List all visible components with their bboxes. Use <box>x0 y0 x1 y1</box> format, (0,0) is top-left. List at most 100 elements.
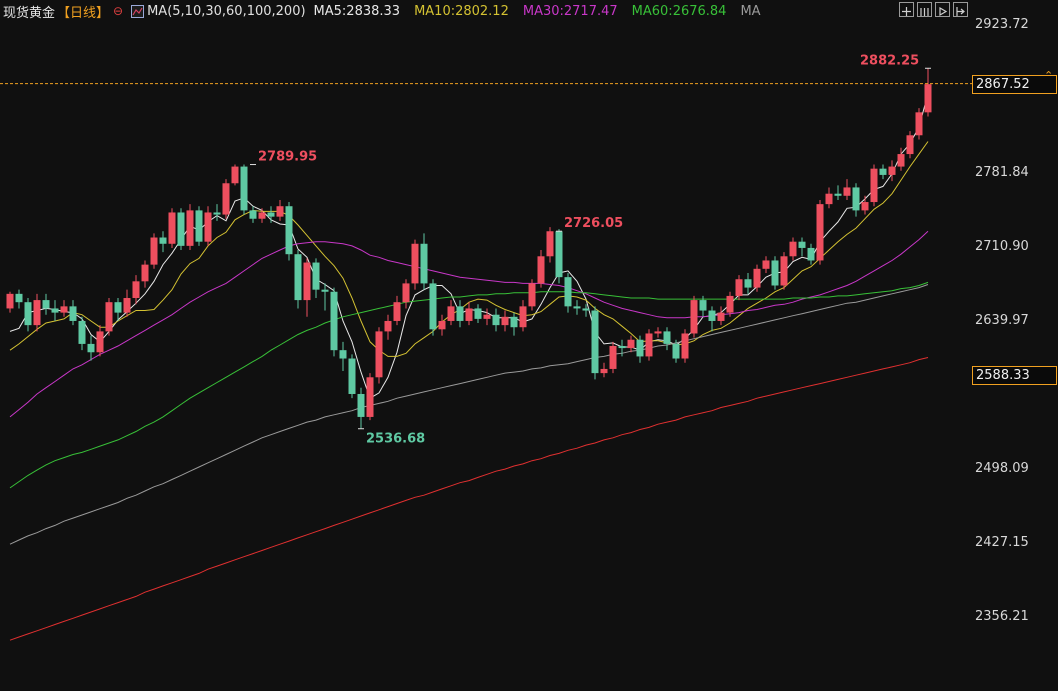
candlestick-chart[interactable]: 2789.95 2726.05 2536.68 2882.25 <box>0 0 1058 691</box>
indicator-chart-icon[interactable] <box>131 4 145 18</box>
candle-body <box>762 260 770 269</box>
candle-body <box>600 368 608 374</box>
candle-body <box>501 316 509 326</box>
candle-body <box>519 306 527 328</box>
candle-body <box>60 306 68 313</box>
candle-body <box>393 302 401 321</box>
candle-body <box>447 306 455 321</box>
candle-body <box>564 277 572 307</box>
exit-icon[interactable] <box>953 2 968 17</box>
candle-body <box>537 256 545 284</box>
candle-body <box>654 331 662 334</box>
collapse-toggle-icon[interactable]: ⊖ <box>113 4 123 18</box>
candle-body <box>402 283 410 303</box>
candle-body <box>816 204 824 261</box>
candle-body <box>753 268 761 288</box>
play-icon[interactable] <box>935 2 950 17</box>
candle-body <box>204 212 212 242</box>
candle-body <box>618 345 626 349</box>
ma10-value: MA10:2802.12 <box>414 3 509 19</box>
candle-body <box>132 281 140 299</box>
candle-body <box>123 298 131 313</box>
candle-body <box>213 212 221 215</box>
candle-body <box>573 306 581 309</box>
candle-body <box>159 237 167 244</box>
candle-body <box>780 256 788 286</box>
candle-body <box>294 254 302 301</box>
candle-body <box>438 320 446 330</box>
candle-body <box>699 300 707 311</box>
candle-body <box>222 183 230 215</box>
reference-price-label: 2588.33 <box>972 365 1057 385</box>
candle-body <box>240 166 248 211</box>
candle-body <box>474 308 482 319</box>
period-label[interactable]: 【日线】 <box>57 2 109 21</box>
candle-body <box>672 343 680 359</box>
candle-body <box>15 293 23 303</box>
candle-body <box>195 210 203 242</box>
candle-body <box>546 231 554 257</box>
chart-toolbar <box>899 2 968 17</box>
candle-body <box>321 289 329 292</box>
ma-more-label: MA <box>740 3 761 19</box>
candle-body <box>735 279 743 296</box>
candle-body <box>510 316 518 328</box>
candle-body <box>744 279 752 288</box>
candle-body <box>663 331 671 344</box>
candle-body <box>924 84 932 113</box>
candle-body <box>627 339 635 349</box>
ma-params-label[interactable]: MA(5,10,30,60,100,200) <box>147 4 305 19</box>
candle-body <box>771 260 779 286</box>
candle-body <box>456 306 464 321</box>
candle-body <box>897 154 905 167</box>
candle-body <box>645 333 653 357</box>
ma60-value: MA60:2676.84 <box>631 3 727 19</box>
price-tick-label: 2639.97 <box>975 312 1029 328</box>
candle-body <box>636 339 644 357</box>
candle-body <box>834 193 842 196</box>
candle-body <box>708 310 716 321</box>
candle-body <box>690 300 698 334</box>
candle-body <box>348 358 356 394</box>
candle-body <box>96 331 104 353</box>
candle-body <box>492 314 500 326</box>
candle-layout-icon[interactable] <box>917 2 932 17</box>
crosshair-icon[interactable] <box>899 2 914 17</box>
candle-body <box>888 166 896 175</box>
candle-body <box>69 306 77 321</box>
ma30-value: MA30:2717.47 <box>522 3 618 19</box>
candle-body <box>339 350 347 359</box>
candle-body <box>384 320 392 332</box>
ma5-value: MA5:2838.33 <box>313 3 401 19</box>
candle-body <box>870 168 878 203</box>
candle-body <box>852 187 860 211</box>
candle-body <box>6 293 14 309</box>
candle-body <box>726 295 734 313</box>
candle-body <box>330 291 338 351</box>
candle-body <box>276 206 284 217</box>
candle-body <box>375 331 383 378</box>
candle-body <box>168 212 176 244</box>
candle-body <box>465 308 473 321</box>
candle-body <box>303 262 311 301</box>
candle-body <box>789 241 797 257</box>
candle-body <box>609 345 617 369</box>
candle-body <box>141 264 149 282</box>
candle-body <box>78 320 86 344</box>
candle-body <box>285 206 293 255</box>
instrument-title[interactable]: 现货黄金 <box>3 2 55 21</box>
ma200-line <box>9 357 929 641</box>
candle-body <box>807 247 815 261</box>
candle-body <box>420 243 428 284</box>
candle-body <box>483 314 491 319</box>
candle-body <box>42 300 50 309</box>
candle-body <box>591 310 599 374</box>
candle-body <box>33 300 41 326</box>
candle-body <box>114 302 122 313</box>
candle-body <box>150 237 158 265</box>
candle-body <box>681 333 689 359</box>
candle-body <box>312 262 320 290</box>
candle-body <box>861 202 869 211</box>
candle-body <box>528 283 536 307</box>
annotation-label: 2882.25 <box>860 53 919 68</box>
